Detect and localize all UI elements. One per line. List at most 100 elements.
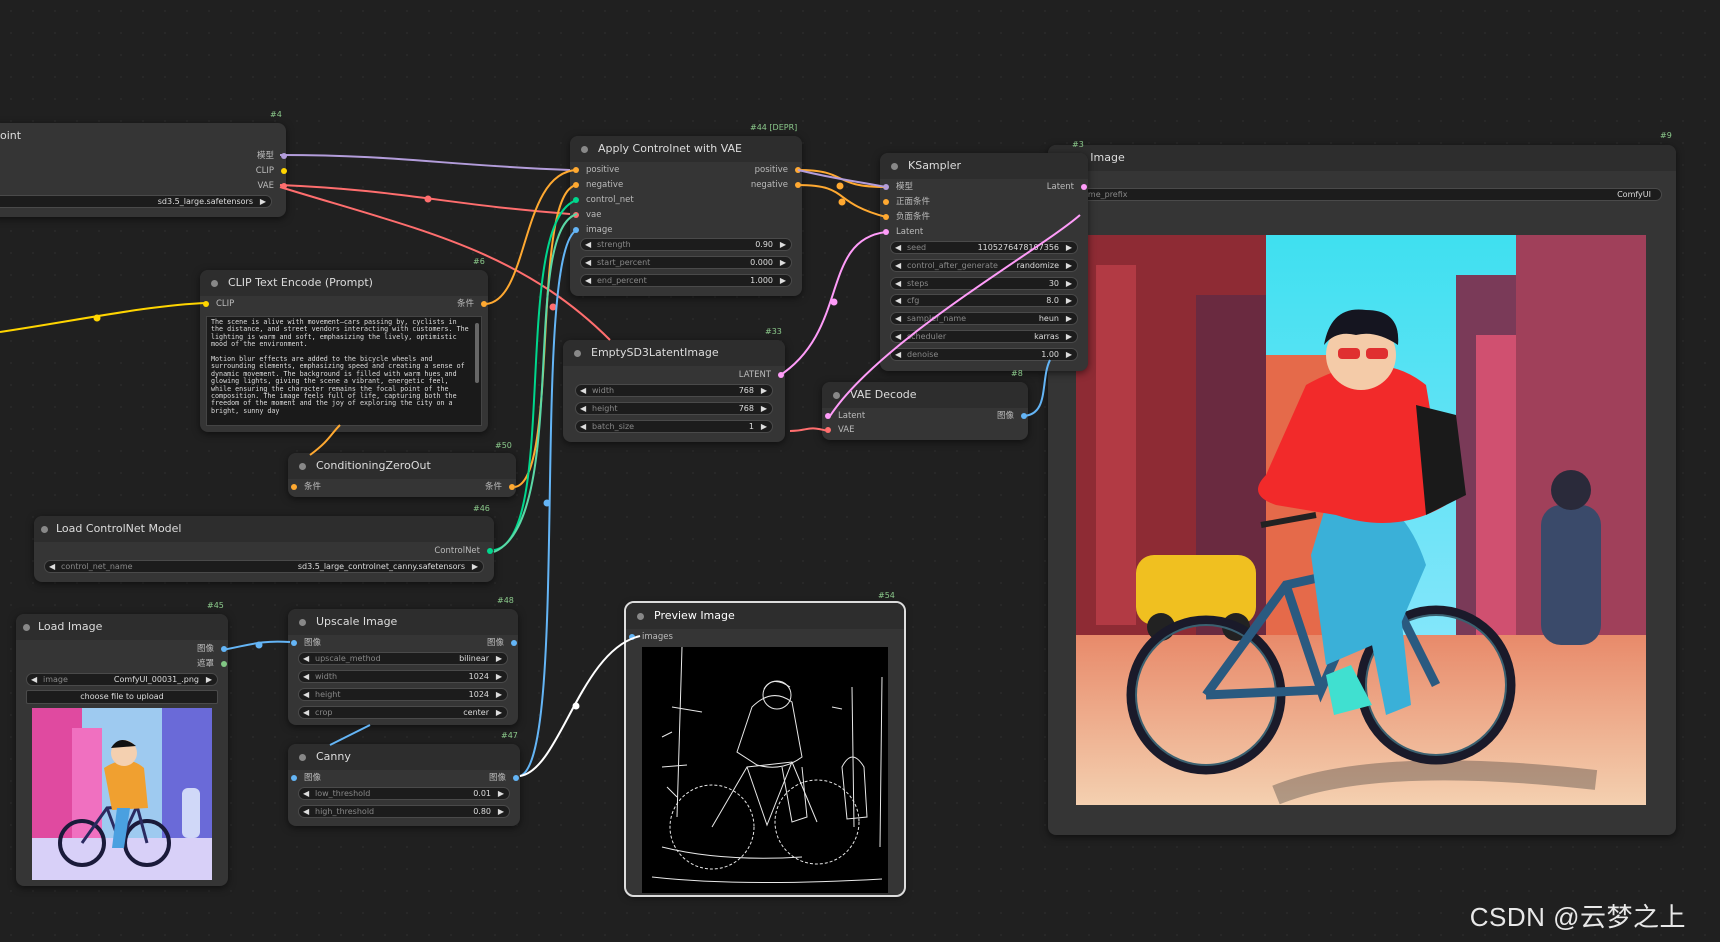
image-select-widget[interactable]: ◀ image ComfyUI_00031_.png ▶ <box>26 673 218 686</box>
input-image[interactable]: 图像 <box>291 638 321 648</box>
end-percent-widget[interactable]: ◀ end_percent 1.000 ▶ <box>580 274 792 287</box>
crop-widget[interactable]: ◀ crop center ▶ <box>298 706 508 719</box>
arrow-left-icon[interactable]: ◀ <box>895 242 901 253</box>
load-controlnet-node[interactable]: Load ControlNet Model ControlNet ◀ contro… <box>34 516 494 582</box>
input-positive[interactable]: 正面条件 <box>883 197 930 207</box>
arrow-right-icon[interactable]: ▶ <box>260 196 266 207</box>
output-positive[interactable]: positive <box>755 165 801 175</box>
output-mask[interactable]: 遮罩 <box>197 659 227 669</box>
denoise-widget[interactable]: ◀ denoise 1.00 ▶ <box>890 348 1078 361</box>
output-conditioning[interactable]: 条件 <box>457 299 487 309</box>
clip-text-encode-node[interactable]: CLIP Text Encode (Prompt) CLIP 条件 The sc… <box>200 270 488 432</box>
input-control-net[interactable]: control_net <box>573 195 634 205</box>
arrow-right-icon[interactable]: ▶ <box>761 421 767 432</box>
control-after-generate-widget[interactable]: ◀ control_after_generate randomize ▶ <box>890 259 1078 272</box>
load-image-node[interactable]: Load Image 图像 遮罩 ◀ image ComfyUI_00031_.pn… <box>16 614 228 886</box>
arrow-left-icon[interactable]: ◀ <box>580 421 586 432</box>
arrow-right-icon[interactable]: ▶ <box>780 239 786 250</box>
arrow-right-icon[interactable]: ▶ <box>498 806 504 817</box>
output-image[interactable]: 图像 <box>197 644 227 654</box>
input-image[interactable]: 图像 <box>291 773 321 783</box>
output-model[interactable]: 模型 <box>257 151 287 161</box>
arrow-left-icon[interactable]: ◀ <box>585 239 591 250</box>
output-vae[interactable]: VAE <box>258 181 287 191</box>
empty-latent-node[interactable]: EmptySD3LatentImage LATENT ◀ width 768 ▶ ◀ h… <box>563 340 785 442</box>
cfg-widget[interactable]: ◀ cfg 8.0 ▶ <box>890 294 1078 307</box>
arrow-right-icon[interactable]: ▶ <box>1066 349 1072 360</box>
arrow-left-icon[interactable]: ◀ <box>580 403 586 414</box>
input-vae[interactable]: vae <box>573 210 601 220</box>
output-negative[interactable]: negative <box>751 180 801 190</box>
arrow-right-icon[interactable]: ▶ <box>761 385 767 396</box>
input-clip[interactable]: CLIP <box>203 299 234 309</box>
input-model[interactable]: 模型 <box>883 182 913 192</box>
arrow-left-icon[interactable]: ◀ <box>303 788 309 799</box>
input-images[interactable]: images <box>629 632 673 642</box>
scheduler-widget[interactable]: ◀ scheduler karras ▶ <box>890 330 1078 343</box>
arrow-right-icon[interactable]: ▶ <box>496 689 502 700</box>
preview-image-node[interactable]: Preview Image images <box>624 601 906 897</box>
input-negative[interactable]: 负面条件 <box>883 212 930 222</box>
ksampler-node[interactable]: KSampler 模型 正面条件 负面条件 Latent Latent ◀ see… <box>880 153 1088 371</box>
arrow-right-icon[interactable]: ▶ <box>1066 313 1072 324</box>
prompt-textarea[interactable]: The scene is alive with movement—cars pa… <box>206 316 482 426</box>
textarea-scrollbar[interactable] <box>475 323 479 383</box>
arrow-left-icon[interactable]: ◀ <box>303 806 309 817</box>
arrow-right-icon[interactable]: ▶ <box>498 788 504 799</box>
output-latent[interactable]: LATENT <box>739 370 784 380</box>
input-positive[interactable]: positive <box>573 165 619 175</box>
arrow-left-icon[interactable]: ◀ <box>895 331 901 342</box>
sampler-name-widget[interactable]: ◀ sampler_name heun ▶ <box>890 312 1078 325</box>
collapse-dot-icon[interactable] <box>637 613 644 620</box>
arrow-left-icon[interactable]: ◀ <box>303 671 309 682</box>
arrow-left-icon[interactable]: ◀ <box>31 674 37 685</box>
output-image[interactable]: 图像 <box>487 638 517 648</box>
collapse-dot-icon[interactable] <box>211 280 218 287</box>
height-widget[interactable]: ◀ height 1024 ▶ <box>298 688 508 701</box>
arrow-right-icon[interactable]: ▶ <box>1066 331 1072 342</box>
high-threshold-widget[interactable]: ◀ high_threshold 0.80 ▶ <box>298 805 510 818</box>
input-vae[interactable]: VAE <box>825 425 854 435</box>
arrow-left-icon[interactable]: ◀ <box>895 295 901 306</box>
input-conditioning[interactable]: 条件 <box>291 482 321 492</box>
graph-canvas[interactable]: #4 oint 模型 CLIP VAE sd3.5_large.safetens… <box>0 0 1720 942</box>
upscale-image-node[interactable]: Upscale Image 图像 图像 ◀ upscale_method bilin… <box>288 609 518 725</box>
arrow-left-icon[interactable]: ◀ <box>303 653 309 664</box>
checkpoint-loader-node[interactable]: oint 模型 CLIP VAE sd3.5_large.safetensors… <box>0 123 287 217</box>
arrow-right-icon[interactable]: ▶ <box>1066 278 1072 289</box>
arrow-right-icon[interactable]: ▶ <box>206 674 212 685</box>
save-image-node[interactable]: e Image ame_prefix ComfyUI <box>1048 145 1676 835</box>
control-net-name-widget[interactable]: ◀ control_net_name sd3.5_large_controlnet_… <box>44 560 484 573</box>
collapse-dot-icon[interactable] <box>299 754 306 761</box>
vae-decode-node[interactable]: VAE Decode Latent VAE 图像 <box>822 382 1028 440</box>
collapse-dot-icon[interactable] <box>891 163 898 170</box>
strength-widget[interactable]: ◀ strength 0.90 ▶ <box>580 238 792 251</box>
arrow-right-icon[interactable]: ▶ <box>496 653 502 664</box>
collapse-dot-icon[interactable] <box>23 624 30 631</box>
upscale-method-widget[interactable]: ◀ upscale_method bilinear ▶ <box>298 652 508 665</box>
arrow-left-icon[interactable]: ◀ <box>895 278 901 289</box>
output-image[interactable]: 图像 <box>489 773 519 783</box>
start-percent-widget[interactable]: ◀ start_percent 0.000 ▶ <box>580 256 792 269</box>
height-widget[interactable]: ◀ height 768 ▶ <box>575 402 773 415</box>
arrow-right-icon[interactable]: ▶ <box>1066 295 1072 306</box>
output-clip[interactable]: CLIP <box>256 166 287 176</box>
output-latent[interactable]: Latent <box>1047 182 1087 192</box>
width-widget[interactable]: ◀ width 768 ▶ <box>575 384 773 397</box>
input-negative[interactable]: negative <box>573 180 623 190</box>
input-image[interactable]: image <box>573 225 612 235</box>
seed-widget[interactable]: ◀ seed 1105276478107356 ▶ <box>890 241 1078 254</box>
arrow-right-icon[interactable]: ▶ <box>472 561 478 572</box>
low-threshold-widget[interactable]: ◀ low_threshold 0.01 ▶ <box>298 787 510 800</box>
collapse-dot-icon[interactable] <box>574 350 581 357</box>
collapse-dot-icon[interactable] <box>581 146 588 153</box>
collapse-dot-icon[interactable] <box>41 526 48 533</box>
arrow-right-icon[interactable]: ▶ <box>496 671 502 682</box>
batch-size-widget[interactable]: ◀ batch_size 1 ▶ <box>575 420 773 433</box>
collapse-dot-icon[interactable] <box>833 392 840 399</box>
conditioning-zero-out-node[interactable]: ConditioningZeroOut 条件 条件 <box>288 453 516 497</box>
arrow-left-icon[interactable]: ◀ <box>895 313 901 324</box>
collapse-dot-icon[interactable] <box>299 463 306 470</box>
upload-button[interactable]: choose file to upload <box>26 690 218 704</box>
arrow-left-icon[interactable]: ◀ <box>585 257 591 268</box>
